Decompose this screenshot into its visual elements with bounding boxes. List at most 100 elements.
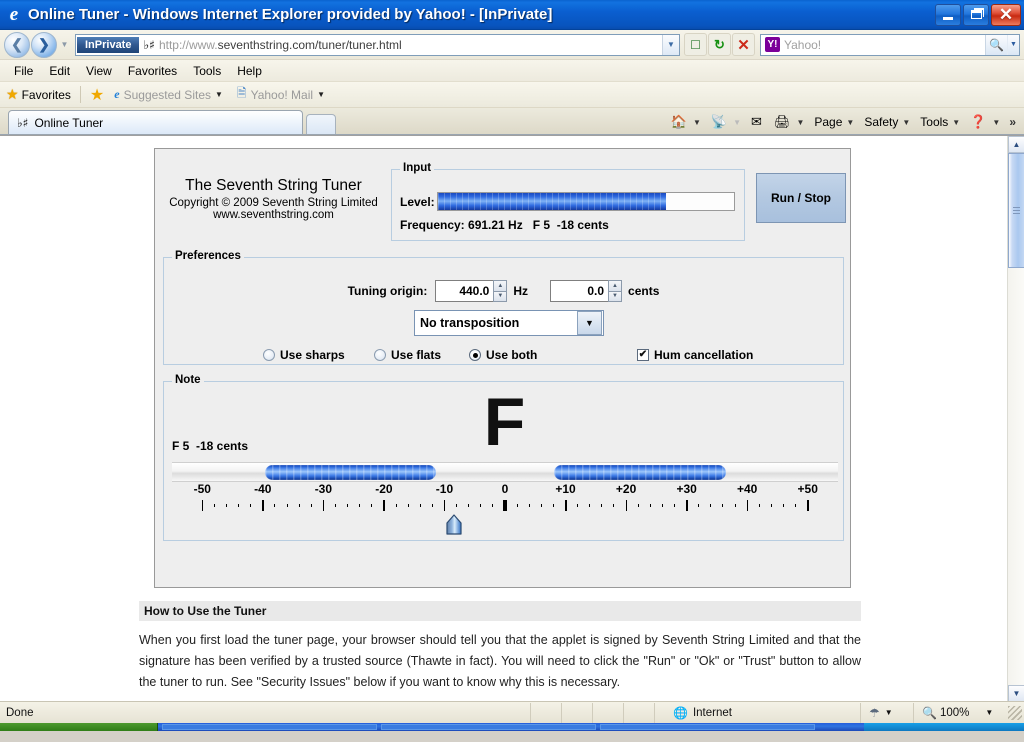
menu-view[interactable]: View bbox=[78, 62, 120, 80]
cents-tick-label: -40 bbox=[254, 482, 272, 496]
cents-tick bbox=[540, 504, 542, 507]
cents-tick bbox=[577, 504, 579, 507]
resize-grip-icon[interactable] bbox=[1008, 705, 1022, 720]
search-button[interactable]: 🔍 bbox=[985, 34, 1007, 55]
flat-sharp-music-icon: ♭♯ bbox=[143, 37, 155, 52]
cents-meter-bar bbox=[172, 462, 838, 482]
cents-tick bbox=[637, 504, 639, 507]
read-mail-button[interactable]: ✉ bbox=[746, 112, 769, 132]
scrollbar-thumb[interactable] bbox=[1008, 153, 1024, 268]
back-button[interactable]: ❮ bbox=[4, 31, 30, 58]
forward-button[interactable]: ❯ bbox=[31, 31, 57, 58]
address-dropdown-button[interactable]: ▼ bbox=[662, 34, 679, 55]
yahoo-icon: Y! bbox=[765, 37, 780, 52]
url-host-path: seventhstring.com/tuner/tuner.html bbox=[217, 37, 402, 52]
tab-label: Online Tuner bbox=[34, 115, 104, 130]
minimize-button[interactable] bbox=[935, 3, 961, 26]
tuning-origin-hz-input[interactable]: 440.0 bbox=[435, 280, 494, 302]
cents-stepper-buttons: ▲ ▼ bbox=[608, 280, 623, 302]
fav-yahoo-mail[interactable]: 🗎 Yahoo! Mail ▼ bbox=[237, 84, 325, 105]
chevron-down-icon: ▼ bbox=[952, 117, 961, 127]
cents-decrement-button[interactable]: ▼ bbox=[608, 291, 623, 302]
feeds-icon: 📡 bbox=[710, 114, 728, 129]
cents-tick bbox=[565, 500, 567, 511]
cents-tick bbox=[516, 504, 518, 507]
tools-menu-button[interactable]: Tools ▼ bbox=[915, 113, 965, 131]
radio-use-flats[interactable]: Use flats bbox=[374, 348, 441, 362]
security-zone-indicator[interactable]: 🌐 Internet bbox=[655, 706, 860, 720]
brand-block: The Seventh String Tuner Copyright © 200… bbox=[161, 177, 386, 221]
forward-arrow-icon: ❯ bbox=[38, 36, 50, 52]
checkbox-hum-cancellation[interactable]: ✔ Hum cancellation bbox=[637, 348, 753, 362]
new-tab-button[interactable] bbox=[306, 114, 336, 134]
address-bar[interactable]: InPrivate ♭♯ http://www.seventhstring.co… bbox=[75, 33, 680, 56]
taskbar-item[interactable] bbox=[381, 724, 596, 730]
radio-use-both[interactable]: Use both bbox=[469, 348, 537, 362]
taskbar-item[interactable] bbox=[162, 724, 377, 730]
radio-icon bbox=[374, 349, 386, 361]
scrollbar-track[interactable] bbox=[1008, 153, 1024, 685]
home-button[interactable]: 🏠 ▼ bbox=[666, 112, 706, 132]
menu-file[interactable]: File bbox=[6, 62, 41, 80]
zoom-control[interactable]: 🔍 100% ▼ bbox=[914, 705, 1024, 720]
cents-tick bbox=[250, 504, 252, 507]
menu-favorites[interactable]: Favorites bbox=[120, 62, 185, 80]
start-button[interactable] bbox=[0, 723, 158, 731]
hz-increment-button[interactable]: ▲ bbox=[493, 280, 508, 292]
scroll-up-button[interactable]: ▲ bbox=[1008, 136, 1024, 153]
search-input[interactable]: Yahoo! bbox=[784, 38, 985, 52]
print-button[interactable]: 🖨 ▼ bbox=[769, 112, 809, 132]
tuning-origin-cents-stepper[interactable]: 0.0 ▲ ▼ bbox=[550, 280, 623, 302]
radio-use-sharps[interactable]: Use sharps bbox=[263, 348, 345, 362]
safety-menu-button[interactable]: Safety ▼ bbox=[859, 113, 915, 131]
windows-taskbar bbox=[0, 723, 1024, 731]
cents-tick bbox=[589, 504, 591, 507]
protected-mode-indicator[interactable]: ☂ ▼ bbox=[861, 706, 913, 720]
restore-button[interactable] bbox=[963, 3, 989, 26]
recent-pages-button[interactable]: ▼ bbox=[58, 40, 71, 49]
note-section: Note F F 5 -18 cents -50 -40 -30 -20 -10 0 +10… bbox=[163, 374, 844, 541]
stop-button[interactable]: ✕ bbox=[732, 33, 755, 56]
cents-tick bbox=[456, 504, 458, 507]
flat-sharp-music-icon: ♭♯ bbox=[17, 115, 29, 130]
tab-online-tuner[interactable]: ♭♯ Online Tuner bbox=[8, 110, 303, 134]
favorites-button[interactable]: Favorites bbox=[22, 88, 71, 102]
frequency-readout: Frequency: 691.21 Hz F 5 -18 cents bbox=[400, 218, 609, 232]
cents-tick bbox=[286, 504, 288, 507]
close-button[interactable]: ✕ bbox=[991, 3, 1021, 26]
transposition-select[interactable]: No transposition ▼ bbox=[414, 310, 604, 336]
run-stop-label: Run / Stop bbox=[771, 191, 831, 205]
help-menu-button[interactable]: ❓ ▼ bbox=[965, 112, 1005, 132]
fav-suggested-sites[interactable]: e Suggested Sites ▼ bbox=[114, 87, 223, 102]
add-to-favorites-icon[interactable]: ★ bbox=[90, 85, 104, 105]
cents-tick bbox=[213, 504, 215, 507]
command-bar-overflow-button[interactable]: » bbox=[1005, 115, 1020, 129]
compatibility-view-button[interactable]: ☐ bbox=[684, 33, 707, 56]
cents-tick-label: 0 bbox=[501, 482, 509, 496]
scroll-down-button[interactable]: ▼ bbox=[1008, 685, 1024, 701]
status-divider bbox=[623, 702, 624, 723]
cents-increment-button[interactable]: ▲ bbox=[608, 280, 623, 292]
system-tray[interactable] bbox=[864, 723, 1024, 731]
tuning-origin-hz-stepper[interactable]: 440.0 ▲ ▼ bbox=[435, 280, 508, 302]
chevron-down-icon[interactable]: ▼ bbox=[577, 311, 602, 335]
vertical-scrollbar[interactable]: ▲ ▼ bbox=[1007, 136, 1024, 701]
navigation-toolbar: ❮ ❯ ▼ InPrivate ♭♯ http://www.seventhstr… bbox=[0, 30, 1024, 60]
refresh-button[interactable]: ↻ bbox=[708, 33, 731, 56]
run-stop-button[interactable]: Run / Stop bbox=[756, 173, 846, 223]
chevron-down-icon: ▼ bbox=[902, 117, 911, 127]
zoom-level-label: 100% bbox=[939, 706, 970, 719]
chevron-up-icon: ▲ bbox=[1012, 140, 1021, 149]
cents-tick bbox=[395, 504, 397, 507]
tuning-origin-cents-input[interactable]: 0.0 bbox=[550, 280, 609, 302]
page-menu-button[interactable]: Page ▼ bbox=[809, 113, 859, 131]
hz-decrement-button[interactable]: ▼ bbox=[493, 291, 508, 302]
menu-tools[interactable]: Tools bbox=[185, 62, 229, 80]
status-divider bbox=[592, 702, 593, 723]
search-options-button[interactable]: ▼ bbox=[1007, 34, 1019, 55]
menu-edit[interactable]: Edit bbox=[41, 62, 78, 80]
menu-help[interactable]: Help bbox=[229, 62, 270, 80]
taskbar-item[interactable] bbox=[600, 724, 815, 730]
feeds-button[interactable]: 📡 ▼ bbox=[706, 112, 746, 132]
search-box[interactable]: Y! Yahoo! 🔍 ▼ bbox=[760, 33, 1020, 56]
